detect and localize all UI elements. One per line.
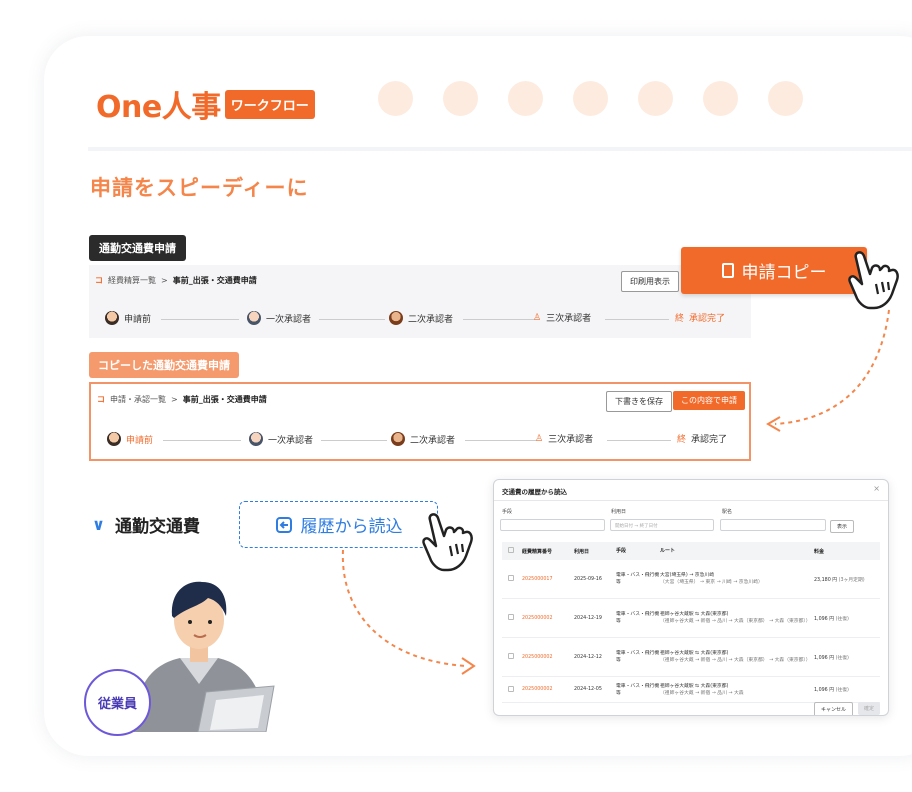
- pointer-hand-icon: [848, 251, 899, 310]
- pointer-hand-icon: [422, 513, 473, 572]
- employee-badge: 従業員: [84, 669, 151, 736]
